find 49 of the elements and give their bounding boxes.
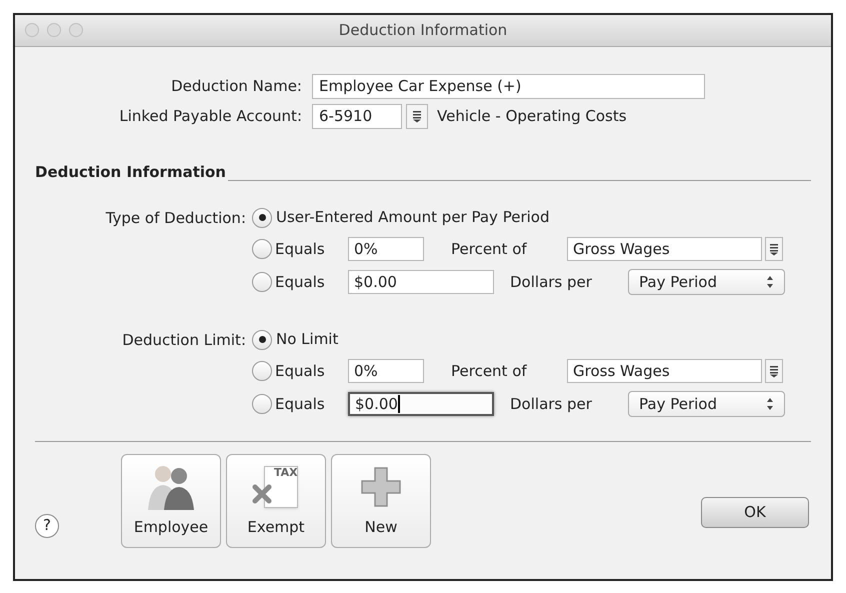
- list-icon: [769, 242, 779, 256]
- account-name: Vehicle - Operating Costs: [437, 106, 627, 128]
- connector-label: Percent of: [451, 238, 528, 260]
- period-select[interactable]: Pay Period: [628, 269, 785, 295]
- amount-field[interactable]: $0.00: [348, 392, 494, 416]
- radio-button[interactable]: [252, 272, 272, 292]
- window-control-icon[interactable]: [47, 23, 61, 37]
- radio-button[interactable]: [252, 361, 272, 381]
- amount-field[interactable]: 0%: [348, 237, 424, 261]
- period-select[interactable]: Pay Period: [628, 391, 785, 417]
- radio-button[interactable]: [252, 239, 272, 259]
- radio-button[interactable]: [252, 330, 272, 350]
- radio-button[interactable]: [252, 394, 272, 414]
- account-field[interactable]: 6-5910: [312, 104, 402, 129]
- stepper-icon: [766, 397, 774, 411]
- section-title: Deduction Information: [35, 162, 226, 183]
- option-label: No Limit: [276, 329, 338, 350]
- connector-label: Dollars per: [510, 394, 593, 415]
- connector-label: Dollars per: [510, 272, 593, 293]
- lookup-button[interactable]: [765, 359, 783, 383]
- option-label: Equals: [275, 394, 326, 415]
- ok-button[interactable]: OK: [701, 496, 809, 528]
- radio-button[interactable]: [252, 208, 272, 228]
- amount-field[interactable]: $0.00: [348, 270, 494, 294]
- stepper-icon: [766, 275, 774, 289]
- option-label: Equals: [275, 272, 326, 293]
- field-label: Deduction Name:: [170, 76, 303, 97]
- help-button[interactable]: ?: [35, 514, 59, 538]
- group-label: Type of Deduction:: [104, 208, 247, 228]
- window-title: Deduction Information: [338, 20, 508, 42]
- toolbar-button[interactable]: TAX Exempt: [226, 454, 326, 548]
- lookup-button[interactable]: [765, 237, 783, 261]
- list-icon: [412, 110, 422, 123]
- group-label: Deduction Limit:: [121, 330, 247, 350]
- toolbar-button[interactable]: New: [331, 454, 431, 548]
- amount-field[interactable]: 0%: [348, 359, 424, 383]
- window-control-icon[interactable]: [25, 23, 39, 37]
- option-label: User-Entered Amount per Pay Period: [276, 207, 550, 228]
- basis-field[interactable]: Gross Wages: [567, 359, 762, 383]
- name-field[interactable]: Employee Car Expense (+): [312, 74, 705, 98]
- toolbar-button[interactable]: Employee: [121, 454, 221, 548]
- window-control-icon[interactable]: [69, 23, 83, 37]
- lookup-button[interactable]: [406, 104, 428, 129]
- list-icon: [769, 364, 779, 378]
- connector-label: Percent of: [451, 360, 528, 382]
- basis-field[interactable]: Gross Wages: [567, 237, 762, 261]
- option-label: Equals: [275, 360, 326, 382]
- option-label: Equals: [275, 238, 326, 260]
- field-label: Linked Payable Account:: [118, 106, 303, 128]
